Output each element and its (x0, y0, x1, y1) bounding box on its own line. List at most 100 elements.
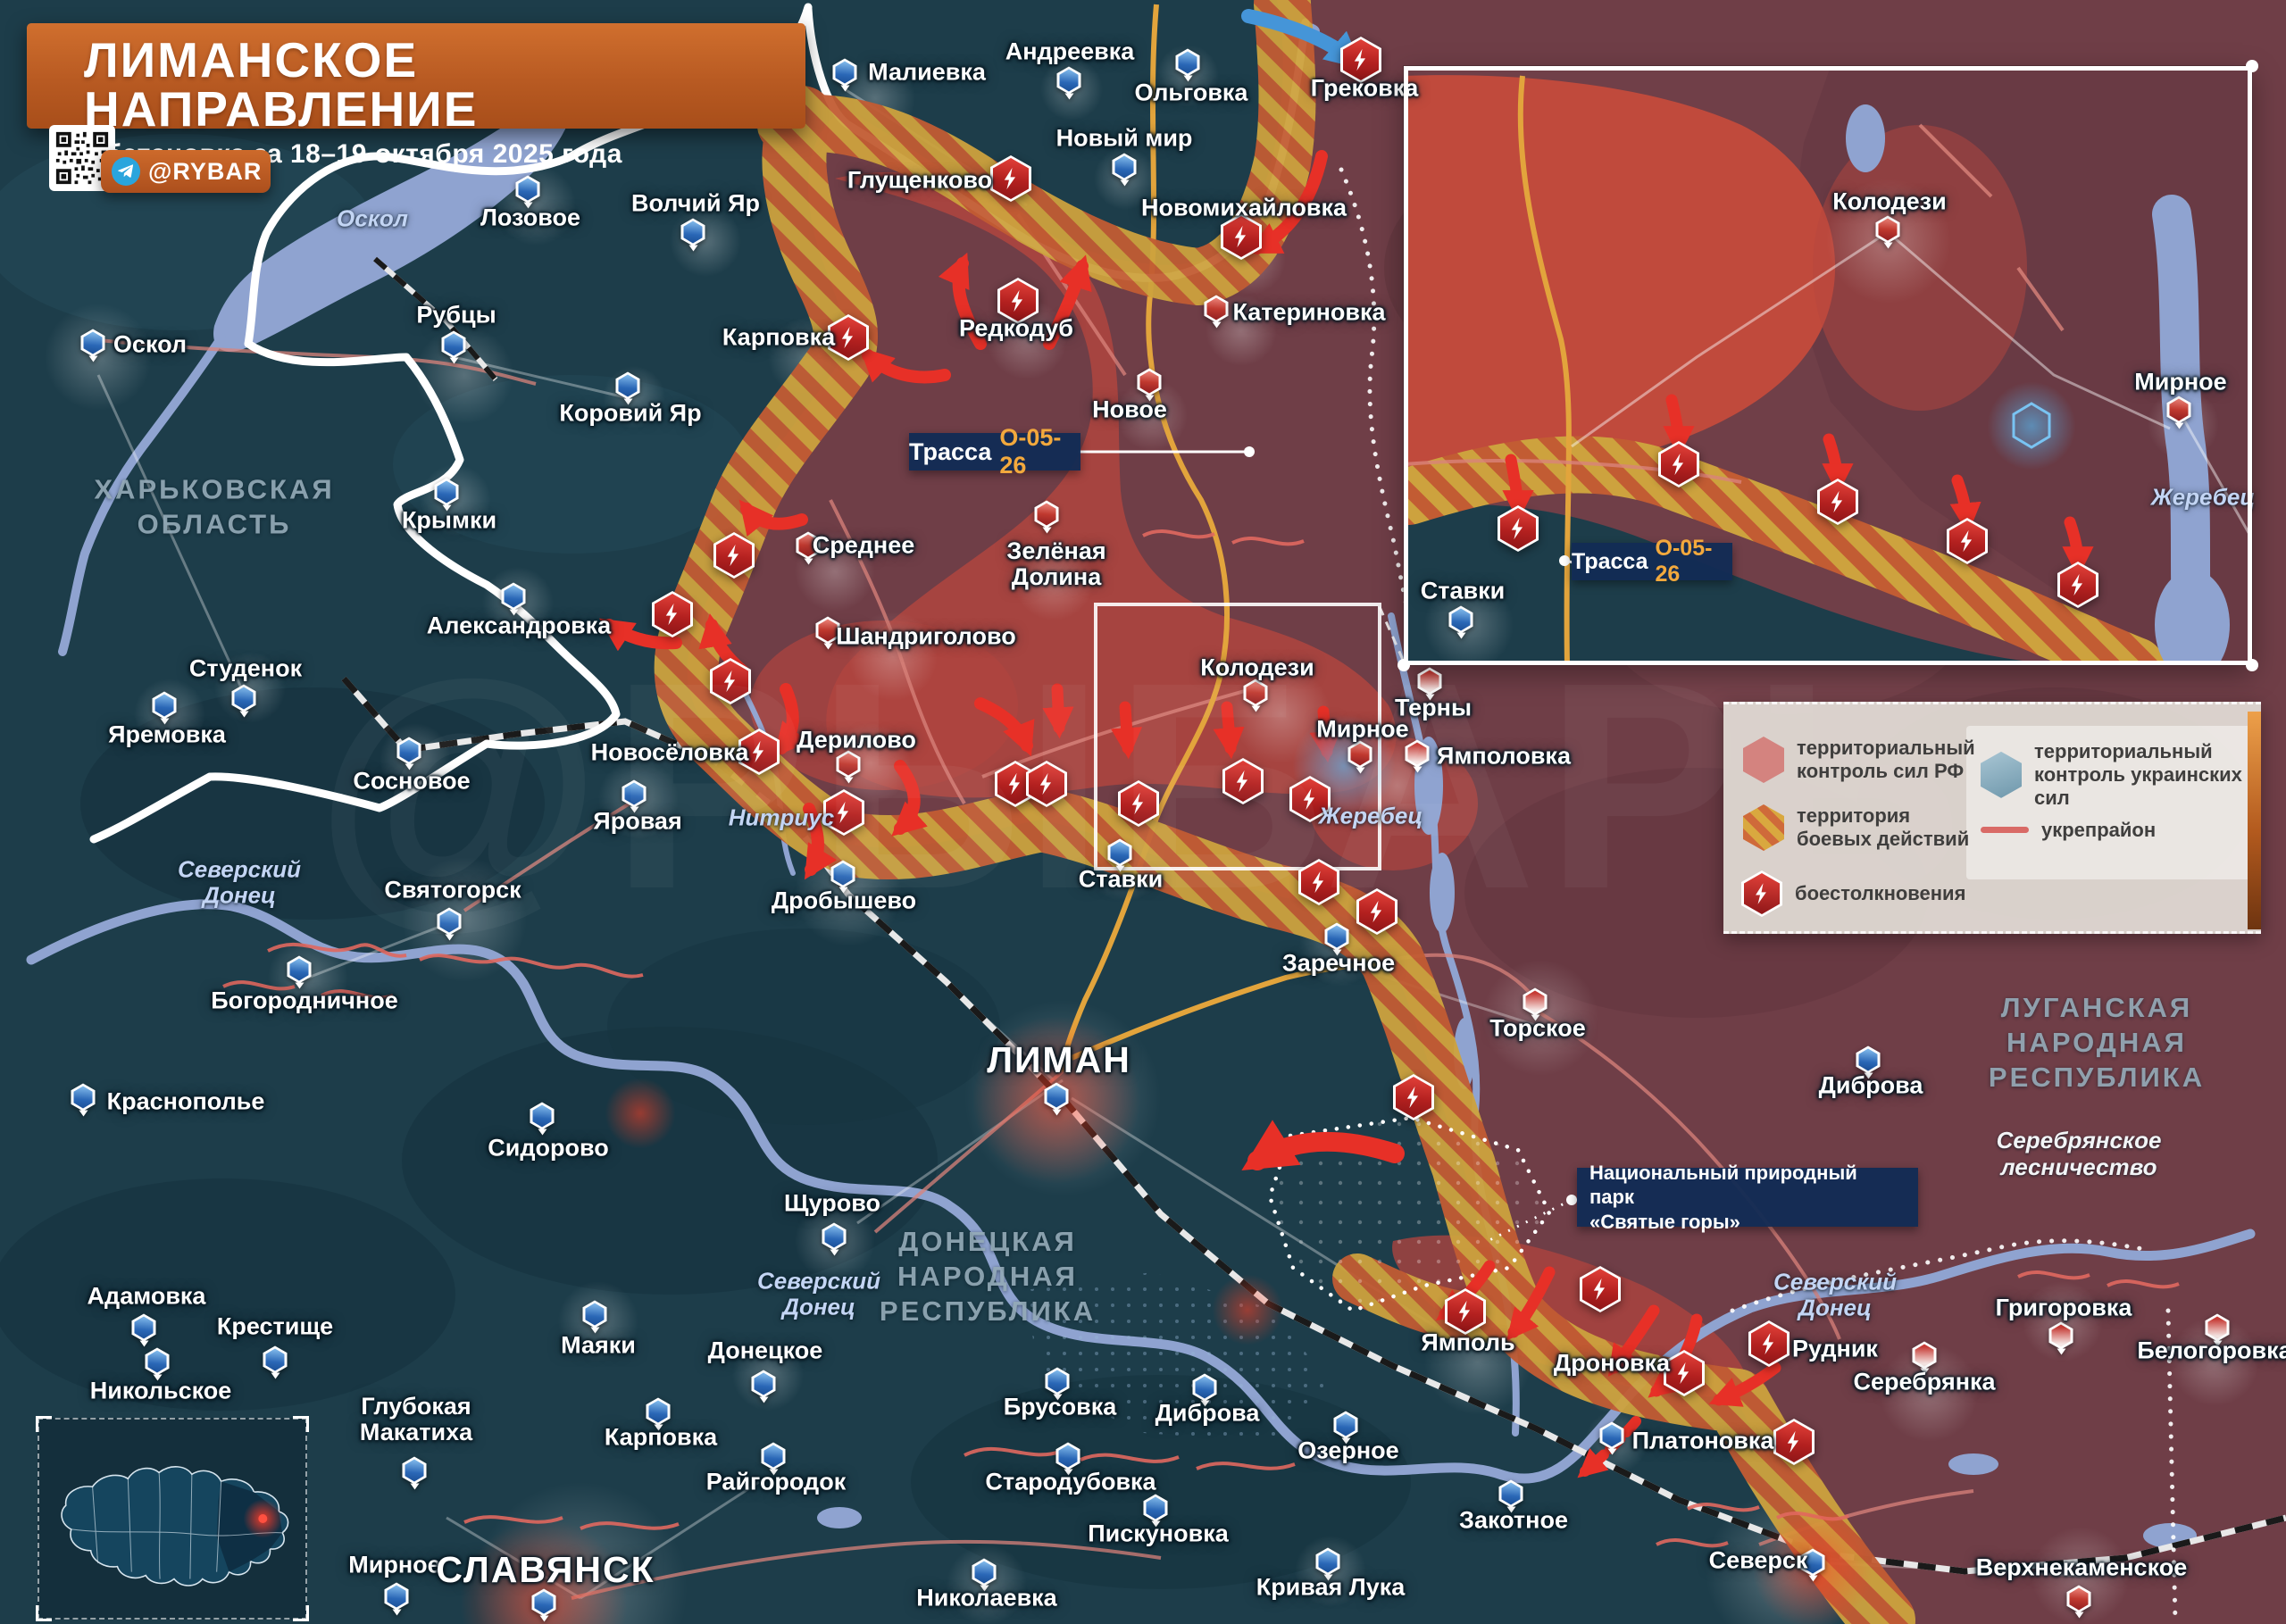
marker-серебрянка (1912, 1341, 1937, 1375)
river-label-оскол: Оскол (337, 204, 408, 232)
label-карповка: Карповка (722, 323, 836, 351)
legend-item-clashes: боестолкновения (1741, 870, 1965, 917)
lightning-icon (1354, 48, 1366, 71)
label-грековка: Грековка (1310, 74, 1419, 102)
lightning-icon (841, 326, 854, 349)
label-серебрянка: Серебрянка (1853, 1368, 1996, 1395)
lightning-icon (1039, 772, 1052, 795)
label-катериновка: Катериновка (1232, 298, 1386, 326)
marker-студенок (231, 684, 256, 718)
clash-marker (1298, 859, 1339, 905)
label-глубокая-макатиха: Глубокая Макатиха (359, 1393, 473, 1445)
marker-колодези (1243, 679, 1268, 712)
marker-яровая (622, 779, 647, 813)
marker-верхнекаменское (2066, 1585, 2091, 1619)
label-кривая-лука: Кривая Лука (1256, 1573, 1406, 1601)
label-среднее: Среднее (812, 531, 915, 559)
label-николаевка: Николаевка (916, 1584, 1057, 1612)
clash-marker (1658, 441, 1699, 487)
marker-крестище (263, 1345, 288, 1379)
combat-zone-icon (1743, 804, 1784, 851)
marker-дерилово (836, 750, 861, 784)
marker-ямполовка (1405, 739, 1430, 773)
label-маяки: Маяки (561, 1331, 636, 1359)
label-мирное: Мирное (348, 1551, 441, 1578)
clash-marker (1393, 1074, 1434, 1120)
label-северск: Северск (1708, 1546, 1808, 1574)
marker-новый-мир (1112, 153, 1137, 187)
lightning-icon (1787, 1430, 1799, 1453)
marker-райгородок (761, 1442, 786, 1476)
label-дроновка: Дроновка (1553, 1349, 1671, 1377)
label-григоровка: Григоровка (1995, 1294, 2132, 1321)
label-заречное: Заречное (1281, 949, 1396, 977)
blue-glow (1987, 381, 2076, 471)
region-label-луганская-народная-республика: ЛУГАНСКАЯ НАРОДНАЯ РЕСПУБЛИКА (1988, 991, 2206, 1093)
marker-коровий-яр (615, 371, 640, 405)
river-label-нитриус: Нитриус (728, 804, 835, 831)
label-рубцы: Рубцы (416, 301, 496, 329)
marker-кривая-лука (1315, 1547, 1340, 1581)
rf-zone-icon (1743, 737, 1784, 783)
marker-стародубовка (1055, 1442, 1080, 1476)
label-озерное: Озерное (1297, 1437, 1399, 1464)
clashes-icon (1741, 870, 1782, 917)
label-райгородок: Райгородок (705, 1468, 847, 1495)
label-малиевка: Малиевка (868, 58, 986, 86)
legend-item-ua-control: территориальный контроль украинских сил (1981, 740, 2261, 810)
lightning-icon (1008, 772, 1021, 795)
region-label-харьковская-область: ХАРЬКОВСКАЯ ОБЛАСТЬ (94, 473, 335, 539)
inset-frame-handle (2246, 659, 2258, 671)
lightning-icon (1011, 289, 1023, 312)
clash-marker (1222, 758, 1264, 804)
river-label-жеребец: Жеребец (2150, 483, 2256, 511)
label-ставки: Ставки (1078, 865, 1164, 893)
label-святогорск: Святогорск (384, 876, 521, 904)
marker-колодези (1875, 215, 1900, 249)
marker-донецкое (751, 1370, 776, 1403)
region-label-донецкая-народная-республика: ДОНЕЦКАЯ НАРОДНАЯ РЕСПУБЛИКА (879, 1225, 1097, 1327)
river-label-северский-донец: Северский Донец (177, 855, 302, 908)
marker-александровка (501, 582, 526, 616)
clash-marker (1748, 1320, 1790, 1367)
marker-никольское (145, 1347, 170, 1381)
marker-заречное (1324, 922, 1349, 956)
label-оскол: Оскол (113, 330, 188, 358)
marker-закотное (1498, 1479, 1523, 1513)
marker-зелёная-долина (1034, 500, 1059, 534)
legend-item-rf-control: территориальный контроль сил РФ (1743, 737, 1975, 783)
clash-marker (1580, 1266, 1621, 1312)
label-верхнекаменское: Верхнекаменское (1975, 1553, 2188, 1581)
lightning-icon (723, 670, 736, 693)
telegram-badge: @RYBAR (101, 150, 271, 193)
label-яровая: Яровая (593, 807, 682, 835)
lightning-icon (1236, 770, 1248, 793)
label-мирное: Мирное (2134, 368, 2227, 396)
highway-callout-main: Трасса О-05-26 (909, 424, 1080, 479)
telegram-handle: @RYBAR (148, 157, 263, 185)
label-никольское: Никольское (89, 1377, 232, 1404)
marker-николаевка (972, 1558, 997, 1592)
label-донецкое: Донецкое (707, 1337, 823, 1364)
label-крымки: Крымки (401, 506, 497, 534)
marker-крымки (434, 478, 459, 512)
marker-ольговка (1175, 48, 1200, 82)
clash-marker (710, 658, 751, 704)
label-ямполь: Ямполь (1421, 1328, 1515, 1356)
marker-сидорово (530, 1102, 555, 1136)
river-label-жеребец: Жеребец (1318, 802, 1423, 829)
marker-мирное (2166, 396, 2191, 429)
marker-торское (1523, 987, 1548, 1021)
marker-платоновка (1599, 1421, 1624, 1455)
marker-волчий-яр (680, 218, 705, 252)
marker-новое (1137, 368, 1162, 402)
clash-marker (1356, 888, 1397, 935)
marker-андреевка (1056, 66, 1081, 100)
legend-item-fortified-area: укрепрайон (1981, 819, 2156, 842)
label-новомихайловка: Новомихайловка (1141, 194, 1347, 221)
lightning-icon (665, 603, 678, 626)
marker-маяки (582, 1300, 607, 1334)
lightning-icon (1370, 900, 1382, 923)
label-колодези: Колодези (1200, 654, 1314, 681)
label-торское: Торское (1489, 1014, 1586, 1042)
